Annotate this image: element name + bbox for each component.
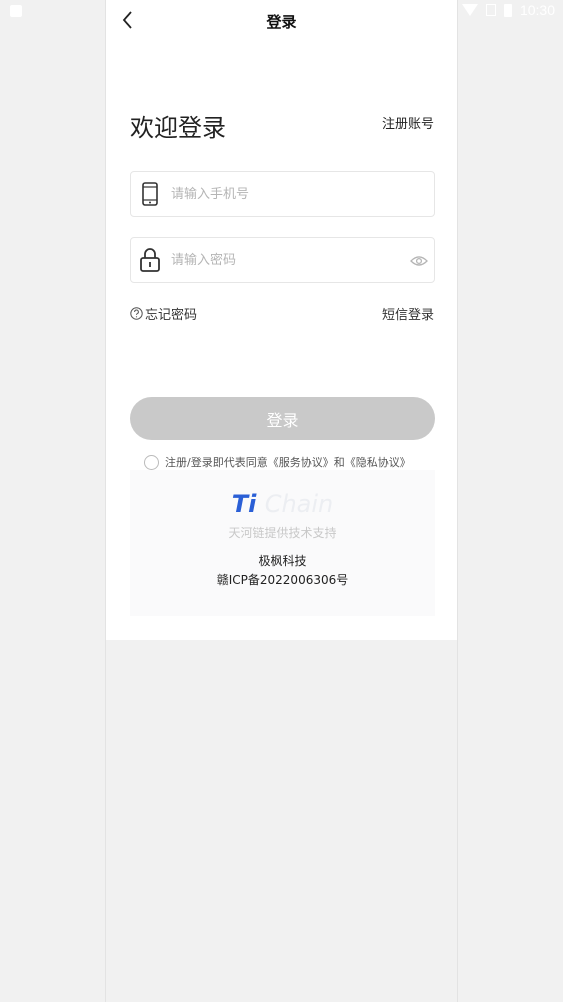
status-time: 10:30 (519, 2, 555, 18)
lock-icon (139, 246, 161, 274)
footer-panel: Ti Chain 天河链提供技术支持 极枫科技 赣ICP备2022006306号 (130, 470, 435, 616)
logo-chain-text: Chain (264, 490, 334, 518)
logo-ti-text: Ti (231, 490, 257, 518)
welcome-heading: 欢迎登录 (130, 114, 226, 142)
login-page: 登录 欢迎登录 注册账号 忘记密码 短信登录 登录 注册/登录即代表 (106, 0, 457, 640)
password-field[interactable] (130, 237, 435, 283)
forgot-password-link[interactable]: 忘记密码 (130, 304, 197, 323)
question-icon (130, 307, 143, 320)
wifi-icon (461, 4, 478, 16)
app-frame: 登录 欢迎登录 注册账号 忘记密码 短信登录 登录 注册/登录即代表 (105, 0, 458, 1002)
forgot-password-label: 忘记密码 (145, 308, 198, 323)
signal-icon (485, 4, 496, 16)
agreement-row: 注册/登录即代表同意《服务协议》和《隐私协议》 (144, 454, 411, 470)
battery-icon (503, 3, 512, 17)
agreement-checkbox[interactable] (144, 454, 159, 470)
login-button[interactable]: 登录 (130, 397, 435, 440)
tichain-logo: Ti Chain (130, 490, 435, 518)
icp-number: 赣ICP备2022006306号 (216, 573, 349, 587)
page-title: 登录 (266, 13, 297, 31)
register-link[interactable]: 注册账号 (382, 113, 434, 132)
phone-field[interactable] (130, 171, 435, 217)
password-input[interactable] (169, 251, 410, 269)
sms-login-link[interactable]: 短信登录 (382, 304, 434, 323)
tech-support-text: 天河链提供技术支持 (228, 526, 337, 540)
notification-icon (10, 5, 22, 17)
phone-input[interactable] (169, 185, 434, 203)
eye-icon[interactable] (410, 253, 428, 267)
status-icons: 10:30 (461, 2, 555, 18)
agreement-text[interactable]: 注册/登录即代表同意《服务协议》和《隐私协议》 (165, 454, 411, 470)
company-name: 极枫科技 (258, 554, 307, 568)
phone-icon (139, 180, 161, 208)
